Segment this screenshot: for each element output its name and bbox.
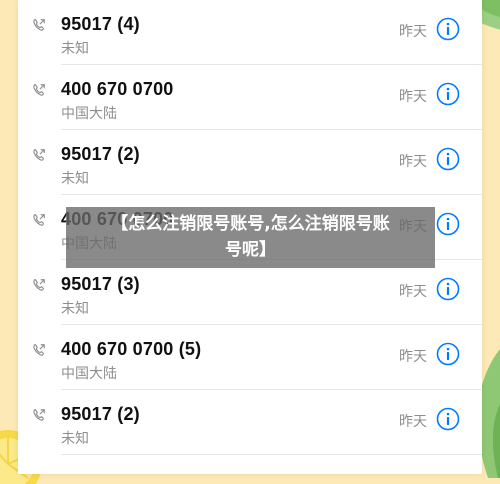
row-divider <box>61 454 482 455</box>
call-number: 95017 (3) <box>61 274 140 294</box>
call-number: 400 670 0700 (5) <box>61 339 202 359</box>
call-row[interactable]: 95017 (2) 未知 昨天 <box>18 130 482 195</box>
phone-outgoing-icon <box>33 84 45 96</box>
call-time: 昨天 <box>399 349 427 365</box>
info-icon[interactable] <box>436 342 460 366</box>
info-icon[interactable] <box>436 82 460 106</box>
call-number: 95017 (2) <box>61 404 140 424</box>
phone-outgoing-icon <box>33 409 45 421</box>
call-number: 400 670 0700 <box>61 79 174 99</box>
call-location: 未知 <box>61 41 89 57</box>
info-icon[interactable] <box>436 407 460 431</box>
phone-outgoing-icon <box>33 149 45 161</box>
call-time: 昨天 <box>399 24 427 40</box>
call-row[interactable]: 95017 (2) 未知 昨天 <box>18 390 482 455</box>
call-time: 昨天 <box>399 284 427 300</box>
call-location: 中国大陆 <box>61 366 117 382</box>
call-location: 未知 <box>61 171 89 187</box>
info-icon[interactable] <box>436 17 460 41</box>
call-location: 中国大陆 <box>61 106 117 122</box>
call-time: 昨天 <box>399 414 427 430</box>
info-icon[interactable] <box>436 147 460 171</box>
title-banner: 【怎么注销限号账号,怎么注销限号账 号呢】 <box>66 207 435 268</box>
phone-outgoing-icon <box>33 279 45 291</box>
call-row[interactable]: 95017 (3) 未知 昨天 <box>18 260 482 325</box>
info-icon[interactable] <box>436 277 460 301</box>
phone-outgoing-icon <box>33 344 45 356</box>
call-location: 未知 <box>61 301 89 317</box>
call-row[interactable]: 400 670 0700 中国大陆 昨天 <box>18 65 482 130</box>
banner-line-1: 【怎么注销限号账号,怎么注销限号账 <box>111 214 390 234</box>
info-icon[interactable] <box>436 212 460 236</box>
call-location: 未知 <box>61 431 89 447</box>
phone-outgoing-icon <box>33 214 45 226</box>
phone-outgoing-icon <box>33 19 45 31</box>
call-number: 95017 (4) <box>61 14 140 34</box>
call-time: 昨天 <box>399 89 427 105</box>
call-number: 95017 (2) <box>61 144 140 164</box>
banner-line-2: 号呢】 <box>225 240 276 260</box>
call-row[interactable]: 95017 (4) 未知 昨天 <box>18 0 482 65</box>
call-time: 昨天 <box>399 154 427 170</box>
call-row[interactable]: 400 670 0700 (5) 中国大陆 昨天 <box>18 325 482 390</box>
